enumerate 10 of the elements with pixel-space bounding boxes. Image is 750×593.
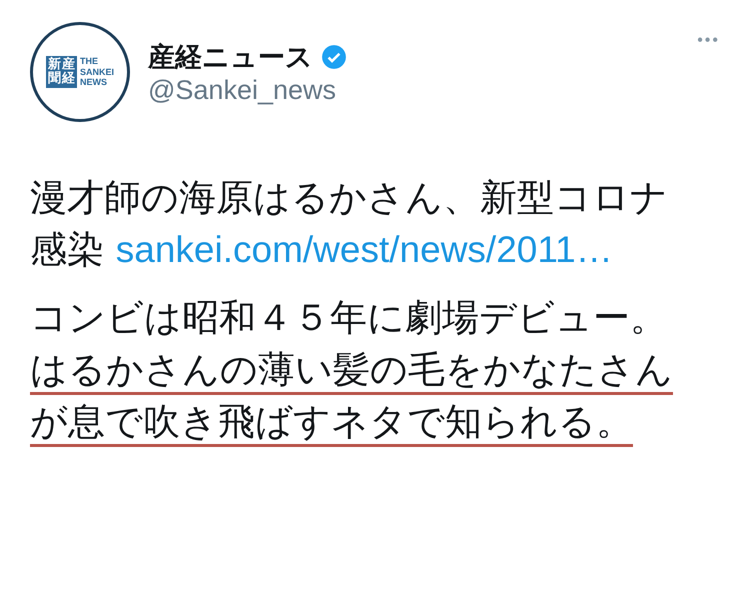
- logo-text: NEWS: [80, 77, 108, 88]
- logo-text: SANKEI: [80, 66, 114, 78]
- account-handle: @Sankei_news: [148, 74, 338, 106]
- link[interactable]: sankei.com/west/news/2011…: [116, 229, 613, 270]
- logo-kanji: 新聞: [48, 58, 61, 86]
- logo-kanji: 産経: [62, 58, 75, 86]
- more-button[interactable]: •••: [697, 32, 720, 50]
- account-name: 産経ニュース: [148, 40, 313, 74]
- tweet-text: 漫才師の海原はるかさん、新型コロナ感染 sankei.com/west/news/2011…: [30, 175, 669, 273]
- logo-text: THE: [80, 56, 99, 67]
